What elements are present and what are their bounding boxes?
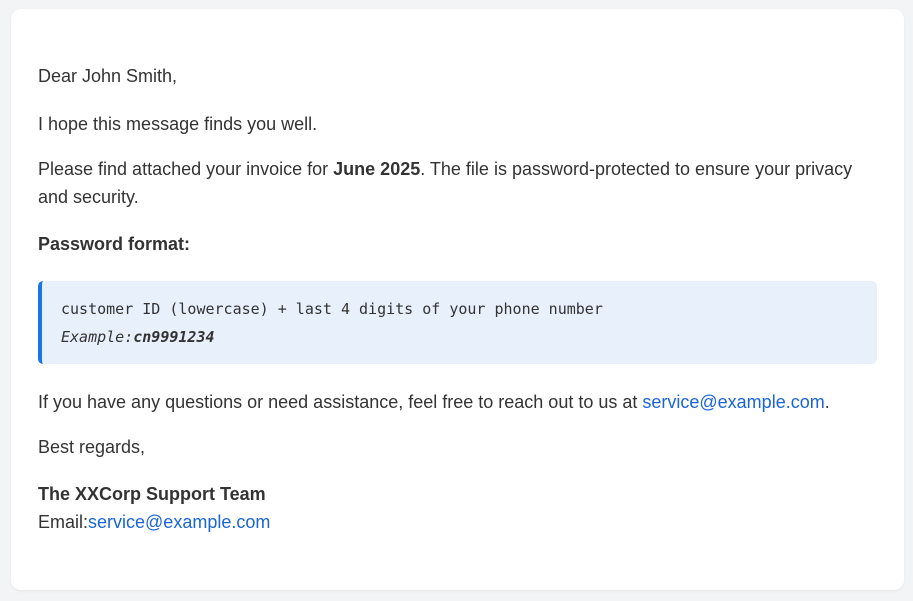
intro-text: I hope this message finds you well. xyxy=(38,114,318,134)
example-value: cn9991234 xyxy=(133,328,215,346)
example-label: Example: xyxy=(61,328,134,346)
invoice-paragraph: Please find attached your invoice for Ju… xyxy=(38,155,878,211)
contact-prefix-text: If you have any questions or need assist… xyxy=(38,392,643,412)
contact-email-link[interactable]: service@example.com xyxy=(642,392,824,412)
password-example: Example:cn9991234 xyxy=(61,323,877,351)
contact-paragraph: If you have any questions or need assist… xyxy=(38,388,830,416)
closing-text: Best regards, xyxy=(38,437,146,457)
signature-email-link[interactable]: service@example.com xyxy=(88,512,270,532)
password-heading: Password format: xyxy=(38,234,191,254)
invoice-month: June 2025 xyxy=(333,159,421,179)
contact-suffix-text: . xyxy=(824,392,830,412)
signature-team: The XXCorp Support Team xyxy=(38,484,266,504)
email-body-card: Dear John Smith, I hope this message fin… xyxy=(11,9,904,590)
signature-email-label: Email: xyxy=(38,512,89,532)
invoice-prefix-text: Please find attached your invoice for xyxy=(38,159,334,179)
password-format-box: customer ID (lowercase) + last 4 digits … xyxy=(38,281,877,364)
password-format-text: customer ID (lowercase) + last 4 digits … xyxy=(61,300,603,318)
greeting-text: Dear John Smith, xyxy=(38,66,178,86)
signature-email-line: Email:service@example.com xyxy=(38,508,270,536)
